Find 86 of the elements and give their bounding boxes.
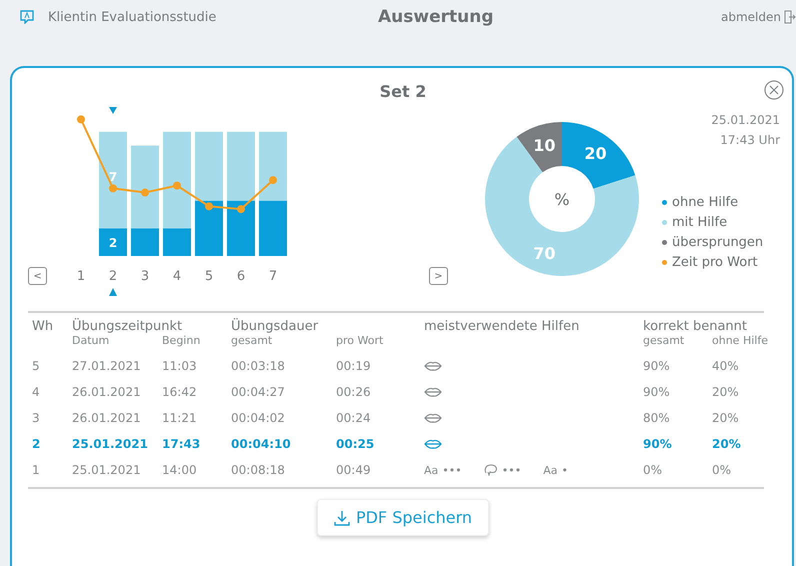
session-number[interactable]: 1	[77, 269, 86, 284]
legend-label: mit Hilfe	[672, 215, 728, 230]
column-subheader: ohne Hilfe	[712, 334, 769, 349]
page-title: Auswertung	[378, 7, 494, 27]
table-cell-text: 00:26	[336, 384, 372, 401]
table-cell-text: 11:03	[162, 358, 198, 375]
table-cell-text: 2	[32, 436, 42, 453]
card-title: Set 2	[380, 82, 426, 101]
table-cell-text: 20%	[712, 384, 740, 401]
table-cell-text: 00:24	[336, 410, 372, 427]
column-subheader: pro Wort	[336, 334, 384, 349]
session-date: 25.01.2021	[711, 112, 780, 129]
table-cell-text: 11:21	[162, 410, 198, 427]
table-cell-text: 00:04:10	[231, 436, 292, 453]
column-header: Übungsdauer	[231, 319, 320, 334]
table-cell-text: 26.01.2021	[72, 410, 142, 427]
table-cell-text: 00:08:18	[231, 462, 286, 479]
session-number[interactable]: 2	[109, 269, 118, 284]
table-cell-text: 1	[32, 462, 41, 479]
column-subheader: Beginn	[162, 334, 202, 349]
column-header: Übungszeitpunkt	[72, 319, 184, 334]
column-header: Wh	[32, 319, 54, 334]
next-button[interactable]: >	[428, 267, 448, 285]
session-time: 17:43 Uhr	[719, 132, 780, 149]
column-subheader: gesamt	[643, 334, 686, 349]
slice-value-label: 70	[533, 244, 556, 264]
table-cell-text: 00:03:18	[231, 358, 286, 375]
table-cell-text: 40%	[712, 358, 740, 375]
chat-logo-icon	[20, 10, 34, 24]
lips-icon	[424, 387, 442, 397]
lips-icon	[424, 361, 442, 371]
table-cell-text: 25.01.2021	[72, 436, 149, 453]
slice-value-label: 10	[533, 136, 556, 155]
table-cell-text: 25.01.2021	[72, 462, 142, 479]
letters-hint-label: Aa	[543, 464, 558, 476]
speech-bubble-icon	[484, 464, 498, 476]
lips-icon	[424, 413, 442, 423]
table-cell-text: 20%	[712, 410, 740, 427]
table-cell-text: 90%	[643, 384, 671, 401]
legend-label: ohne Hilfe	[672, 195, 738, 210]
hint-dots: •	[561, 464, 568, 476]
bar-value-label: 2	[109, 236, 118, 250]
table-cell-text: 5	[32, 358, 41, 375]
table-cell-text: 27.01.2021	[72, 358, 142, 375]
session-number[interactable]: 4	[173, 269, 182, 284]
session-number[interactable]: 5	[205, 269, 214, 284]
center-label: %	[554, 190, 570, 209]
table-cell-text: 00:49	[336, 462, 372, 479]
table-cell-text: 16:42	[162, 384, 198, 401]
table-cell-text: 00:19	[336, 358, 372, 375]
table-cell-text: 20%	[712, 436, 742, 453]
bar-value-label: 7	[109, 170, 118, 184]
table-cell-text: 3	[32, 410, 41, 427]
logout-icon	[784, 10, 796, 24]
session-number[interactable]: 7	[269, 269, 278, 284]
table-cell-text: 4	[32, 384, 41, 401]
column-header: korrekt benannt	[643, 319, 748, 334]
table-cell-text: 90%	[643, 358, 671, 375]
table-cell-text: 17:43	[162, 436, 202, 453]
app-name: Klientin Evaluationsstudie	[48, 10, 218, 24]
table-cell-text: 26.01.2021	[72, 384, 142, 401]
slice-value-label: 20	[584, 144, 607, 163]
table-cell-text: 90%	[643, 436, 673, 453]
hint-dots: •••	[502, 464, 522, 476]
previous-button[interactable]: <	[28, 267, 48, 285]
table-cell-text: 00:04:27	[231, 384, 286, 401]
column-header: meistverwendete Hilfen	[424, 319, 580, 334]
table-cell-text: 00:25	[336, 436, 376, 453]
logout-link[interactable]: abmelden	[721, 10, 796, 24]
table-cell-text: 00:04:02	[231, 410, 286, 427]
column-subheader: Datum	[72, 334, 110, 349]
lips-icon	[424, 439, 442, 449]
hint-dots: •••	[442, 464, 462, 476]
letters-hint-label: Aa	[424, 464, 438, 476]
pdf-save-button[interactable]: PDF Speichern	[316, 499, 490, 536]
table-cell-text: 80%	[643, 410, 671, 427]
session-number[interactable]: 6	[237, 269, 246, 284]
legend-label: Zeit pro Wort	[672, 255, 758, 270]
table-cell-text: 0%	[712, 462, 732, 479]
legend-label: übersprungen	[672, 235, 764, 250]
close-button[interactable]	[764, 80, 784, 100]
download-icon	[334, 510, 350, 526]
table-cell-text: 0%	[643, 462, 664, 479]
session-number[interactable]: 3	[141, 269, 150, 284]
table-cell-text: 14:00	[162, 462, 198, 479]
column-subheader: gesamt	[231, 334, 274, 349]
